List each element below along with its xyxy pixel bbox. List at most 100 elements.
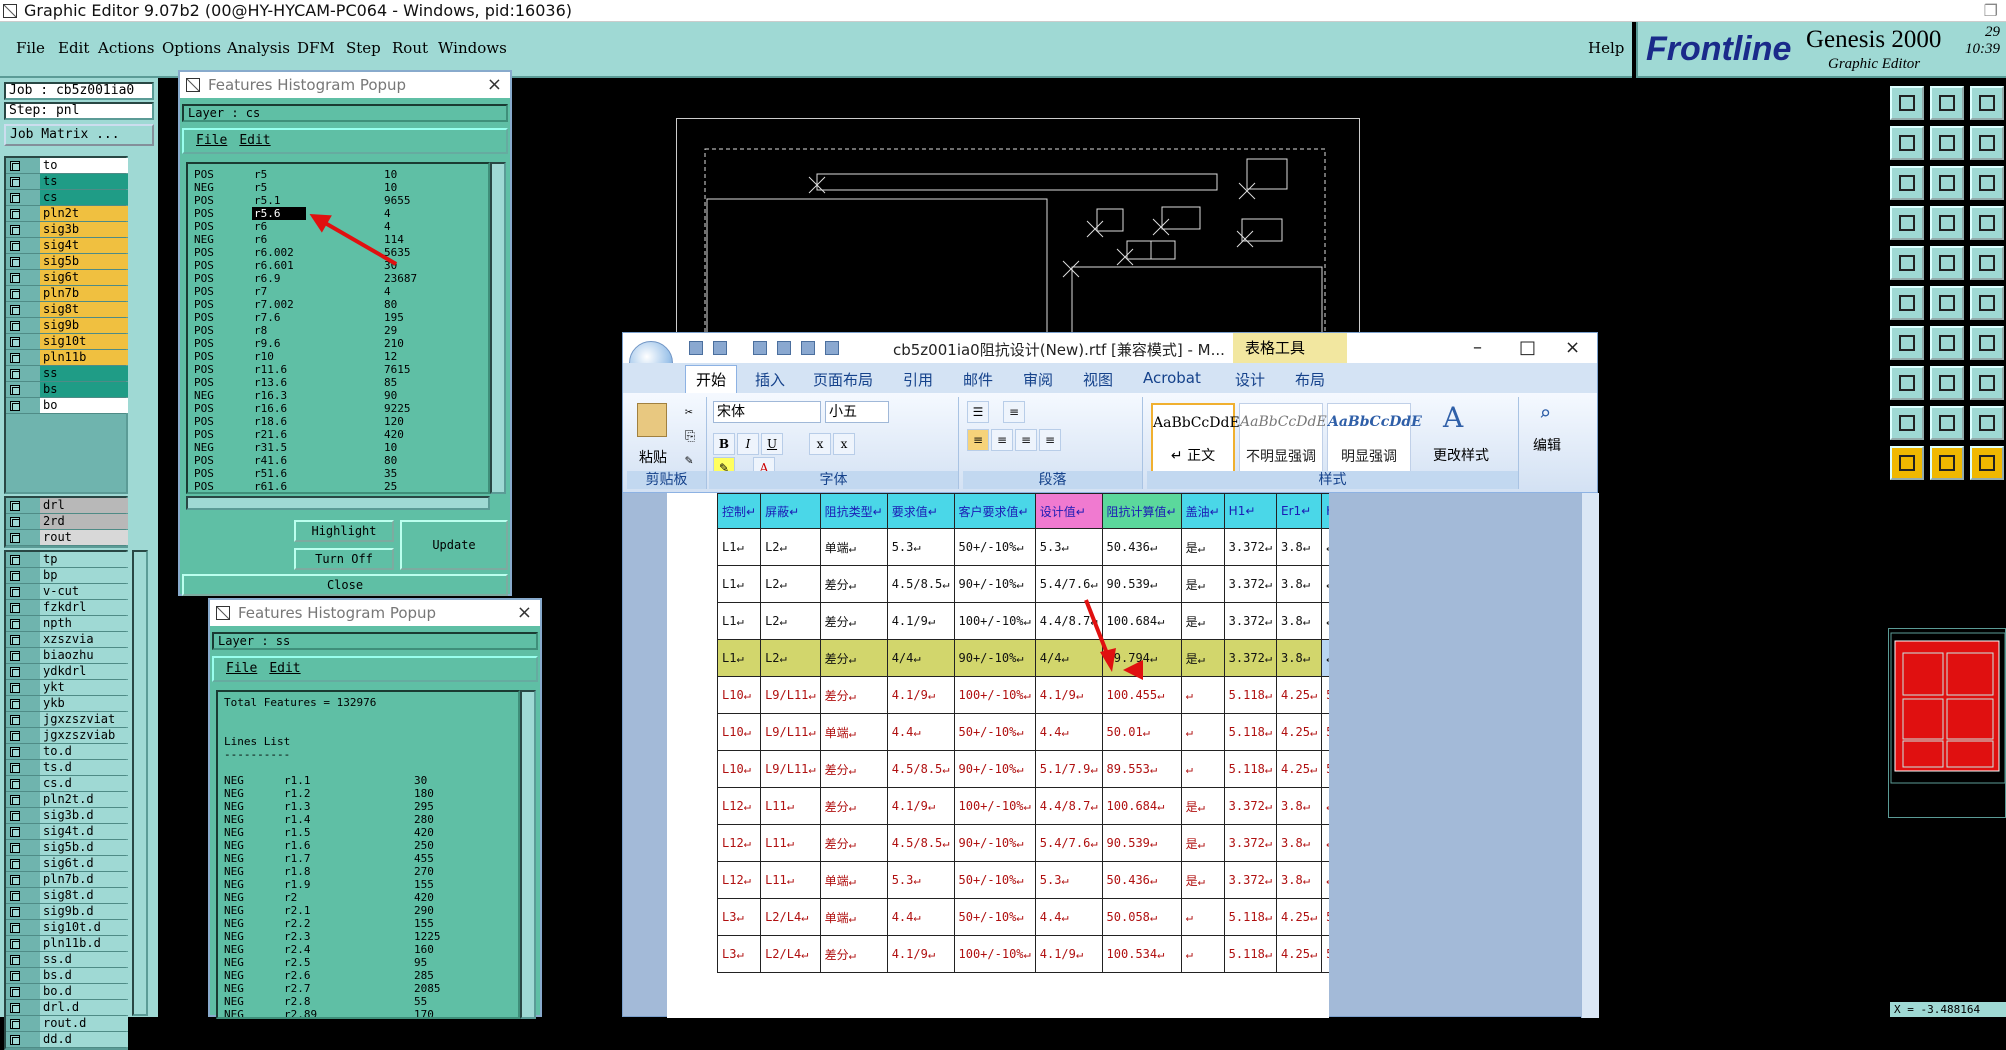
- table-cell[interactable]: 4/4↵: [886, 639, 955, 677]
- histogram-row[interactable]: NEG r1.6 250: [224, 839, 518, 852]
- underline-button[interactable]: U: [761, 433, 783, 455]
- layer-checkbox[interactable]: [10, 635, 20, 645]
- layer-checkbox[interactable]: [10, 731, 20, 741]
- layer-checkbox[interactable]: [10, 651, 20, 661]
- layer-checkbox[interactable]: [10, 177, 20, 187]
- table-cell[interactable]: 3.372↵: [1223, 824, 1278, 862]
- save-icon[interactable]: [689, 341, 703, 355]
- layer-checkbox[interactable]: [10, 827, 20, 837]
- table-cell[interactable]: 100+/-10%↵: [953, 602, 1036, 640]
- layer-checkbox[interactable]: [10, 939, 20, 949]
- layer-checkbox[interactable]: [10, 241, 20, 251]
- table-cell[interactable]: 3.372↵: [1223, 528, 1278, 566]
- table-row[interactable]: L12↵ L11↵ 差分↵ 4.1/9↵ 100+/-10%↵ 4.4/8.7↵ 100.6…: [716, 787, 1329, 825]
- layer-checkbox[interactable]: [10, 699, 20, 709]
- layer-row[interactable]: rout: [6, 530, 128, 546]
- table-cell[interactable]: 单端↵: [819, 861, 888, 899]
- histogram-scrollbar[interactable]: [520, 690, 536, 1019]
- layer-name[interactable]: ss: [40, 366, 128, 381]
- document-scrollbar[interactable]: [1581, 493, 1599, 1018]
- table-cell[interactable]: 4.4↵: [1034, 713, 1103, 751]
- table-cell[interactable]: L2/L4↵: [760, 935, 821, 973]
- layer-name[interactable]: to: [40, 158, 128, 173]
- layer-checkbox[interactable]: [10, 987, 20, 997]
- layer-row[interactable]: dd.d: [6, 1032, 128, 1048]
- layer-row[interactable]: ts.d: [6, 760, 128, 776]
- layer-row[interactable]: sig3b.d: [6, 808, 128, 824]
- table-row[interactable]: L10↵ L9/L11↵ 单端↵ 4.4↵ 50+/-10%↵ 4.4↵ 50.01↵ ↵ 5.…: [716, 713, 1329, 751]
- histogram-row[interactable]: NEG r1.3 295: [224, 800, 518, 813]
- graphic-canvas[interactable]: [676, 118, 1360, 360]
- histogram-row[interactable]: NEG r2.89 170: [224, 1008, 518, 1017]
- layer-row[interactable]: rout.d: [6, 1016, 128, 1032]
- histogram-row[interactable]: POS r11.6 7615: [194, 363, 488, 376]
- layer-row[interactable]: sig10t: [6, 334, 128, 350]
- layer-row[interactable]: bo.d: [6, 984, 128, 1000]
- layer-row[interactable]: sig6t.d: [6, 856, 128, 872]
- table-row[interactable]: L1↵ L2↵ 单端↵ 5.3↵ 50+/-10%↵ 5.3↵ 50.436↵ 是↵ 3.372…: [716, 528, 1329, 566]
- layer-checkbox[interactable]: [10, 1003, 20, 1013]
- layer-checkbox[interactable]: [10, 209, 20, 219]
- table-cell[interactable]: L1↵: [716, 602, 762, 640]
- layer-name[interactable]: ykt: [40, 680, 128, 695]
- layer-name[interactable]: sig9b.d: [40, 904, 128, 919]
- histogram-row[interactable]: POS r6.002 5635: [194, 246, 488, 259]
- tab-insert[interactable]: 插入: [755, 369, 785, 390]
- layer-checkbox[interactable]: [10, 273, 20, 283]
- histogram-row[interactable]: NEG r16.3 90: [194, 389, 488, 402]
- layer-name[interactable]: npth: [40, 616, 128, 631]
- align-center-button[interactable]: ≡: [991, 429, 1013, 451]
- histogram-row[interactable]: POS r41.6 80: [194, 454, 488, 467]
- layer-name[interactable]: pln11b.d: [40, 936, 128, 951]
- table-cell[interactable]: 差分↵: [819, 602, 888, 640]
- table-cell[interactable]: 50.436↵: [1101, 861, 1182, 899]
- font-name-select[interactable]: 宋体: [713, 401, 821, 423]
- layer-row[interactable]: npth: [6, 616, 128, 632]
- style-subtle-emphasis[interactable]: AaBbCcDdE 不明显强调: [1239, 403, 1327, 473]
- layer-row[interactable]: ykb: [6, 696, 128, 712]
- menu-rout[interactable]: Rout: [392, 39, 428, 57]
- table-row[interactable]: L1↵ L2↵ 差分↵ 4.1/9↵ 100+/-10%↵ 4.4/8.7↵ 100.684…: [716, 602, 1329, 640]
- layer-row[interactable]: 2rd: [6, 514, 128, 530]
- table-cell[interactable]: 差分↵: [819, 787, 888, 825]
- rotate-icon[interactable]: [1970, 326, 2004, 360]
- select3-icon[interactable]: [1970, 446, 2004, 480]
- table-cell[interactable]: 50.01↵: [1101, 713, 1182, 751]
- table-cell[interactable]: 89.553↵: [1101, 750, 1182, 788]
- table-cell[interactable]: 90+/-10%↵: [953, 824, 1036, 862]
- layer-name[interactable]: sig10t: [40, 334, 128, 349]
- layer-row[interactable]: pln11b.d: [6, 936, 128, 952]
- layer-name[interactable]: sig8t: [40, 302, 128, 317]
- close-icon[interactable]: ×: [487, 72, 502, 98]
- home-icon[interactable]: [1970, 86, 2004, 120]
- shape-icon[interactable]: [1930, 246, 1964, 280]
- table-cell[interactable]: 差分↵: [819, 750, 888, 788]
- histogram-row[interactable]: NEG r2.2 155: [224, 917, 518, 930]
- popup-titlebar[interactable]: Features Histogram Popup ×: [210, 600, 540, 626]
- layer-row[interactable]: ts: [6, 174, 128, 190]
- table-cell[interactable]: 100+/-10%↵: [953, 676, 1036, 714]
- table-cell[interactable]: L11↵: [760, 824, 821, 862]
- layer-row[interactable]: v-cut: [6, 584, 128, 600]
- layer-row[interactable]: fzkdrl: [6, 600, 128, 616]
- layer-name[interactable]: drl.d: [40, 1000, 128, 1015]
- table-cell[interactable]: 4.4↵: [886, 898, 955, 936]
- save-view-icon[interactable]: [1930, 86, 1964, 120]
- table-cell[interactable]: 是↵: [1180, 824, 1225, 862]
- histogram-list[interactable]: POS r5 10 NEG r5 10 POS r5.1 9655 POS r5.6 4 POS r6 4 N…: [186, 162, 490, 494]
- table-cell[interactable]: L10↵: [716, 676, 762, 714]
- table-cell[interactable]: 4.4↵: [1034, 898, 1103, 936]
- layer-checkbox[interactable]: [10, 587, 20, 597]
- table-cell[interactable]: 5.1/7.9↵: [1034, 750, 1103, 788]
- net-icon[interactable]: [1890, 286, 1924, 320]
- edit-button[interactable]: 编辑: [1533, 435, 1561, 455]
- layer-name[interactable]: sig10t.d: [40, 920, 128, 935]
- highlight-button[interactable]: Highlight: [294, 520, 394, 542]
- table-cell[interactable]: 单端↵: [819, 898, 888, 936]
- histogram-row[interactable]: POS r21.6 420: [194, 428, 488, 441]
- table-cell[interactable]: 3.8↵: [1276, 565, 1323, 603]
- snap-icon[interactable]: [1890, 246, 1924, 280]
- layer-checkbox[interactable]: [10, 907, 20, 917]
- table-cell[interactable]: 是↵: [1180, 602, 1225, 640]
- layer-row[interactable]: pln2t.d: [6, 792, 128, 808]
